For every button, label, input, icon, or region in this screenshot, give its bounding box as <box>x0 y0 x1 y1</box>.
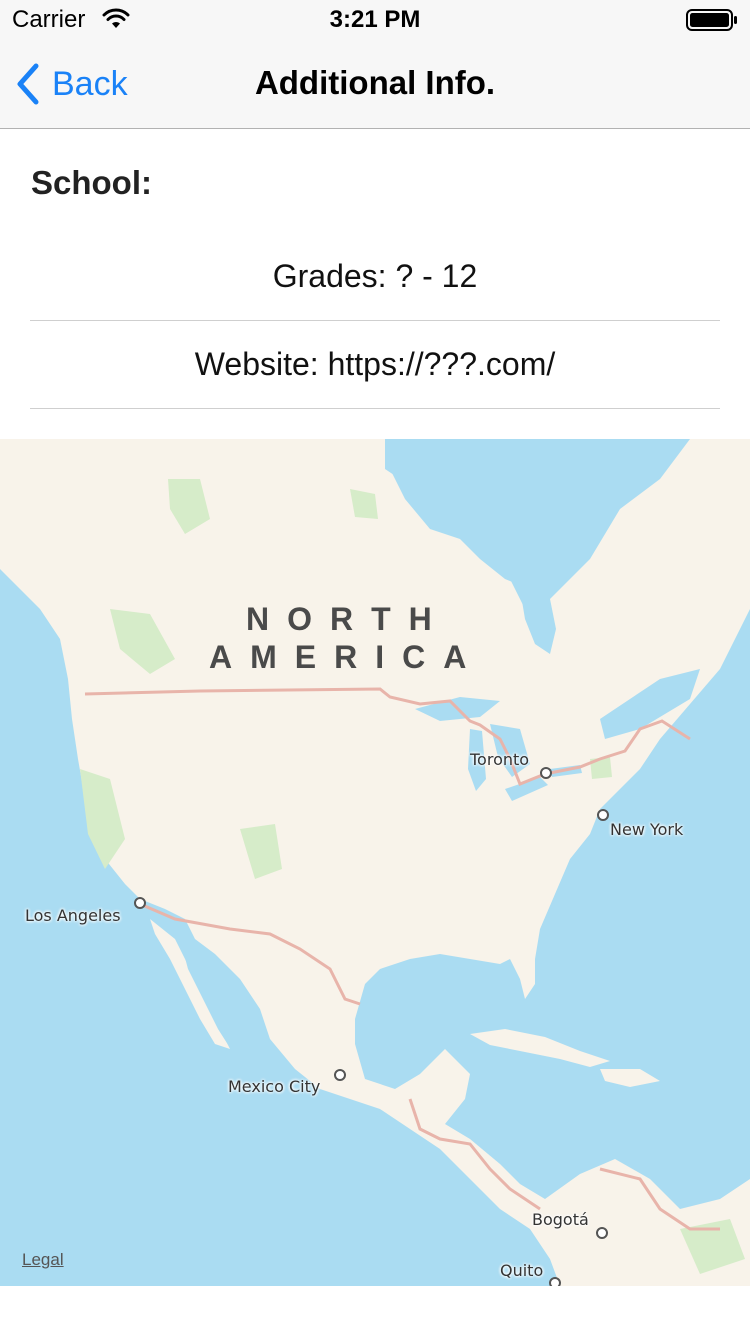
grades-row: Grades: ? - 12 <box>30 232 720 321</box>
status-time: 3:21 PM <box>329 6 421 33</box>
map-city-label[interactable]: Los Angeles <box>25 906 121 925</box>
city-dot[interactable] <box>334 1069 346 1081</box>
city-dot[interactable] <box>597 809 609 821</box>
city-dot[interactable] <box>134 897 146 909</box>
school-label: School: <box>31 164 152 201</box>
map-city-label[interactable]: Mexico City <box>228 1077 320 1096</box>
map-view[interactable]: NORTH AMERICA Toronto New York Los Angel… <box>0 439 750 1286</box>
land-hispaniola <box>600 1069 660 1087</box>
battery-icon <box>686 9 737 31</box>
status-bar: Carrier 3:21 PM <box>0 0 750 40</box>
website-row[interactable]: Website: https://???.com/ <box>30 320 720 409</box>
map-city-label[interactable]: Bogotá <box>532 1210 589 1229</box>
legal-link[interactable]: Legal <box>22 1250 64 1270</box>
map-region-label: NORTH <box>246 601 450 637</box>
city-dot[interactable] <box>596 1227 608 1239</box>
city-dot[interactable] <box>549 1277 561 1286</box>
land-cuba <box>470 1029 610 1067</box>
map-city-label[interactable]: New York <box>610 820 683 839</box>
map-city-label[interactable]: Toronto <box>470 750 529 769</box>
map-graphic <box>0 439 750 1286</box>
land-north-america <box>0 439 750 1286</box>
map-region-label: AMERICA <box>209 639 485 675</box>
city-dot[interactable] <box>540 767 552 779</box>
page-title: Additional Info. <box>254 64 496 101</box>
map-city-label[interactable]: Quito <box>500 1261 543 1280</box>
navigation-bar: Back Additional Info. <box>0 40 750 129</box>
